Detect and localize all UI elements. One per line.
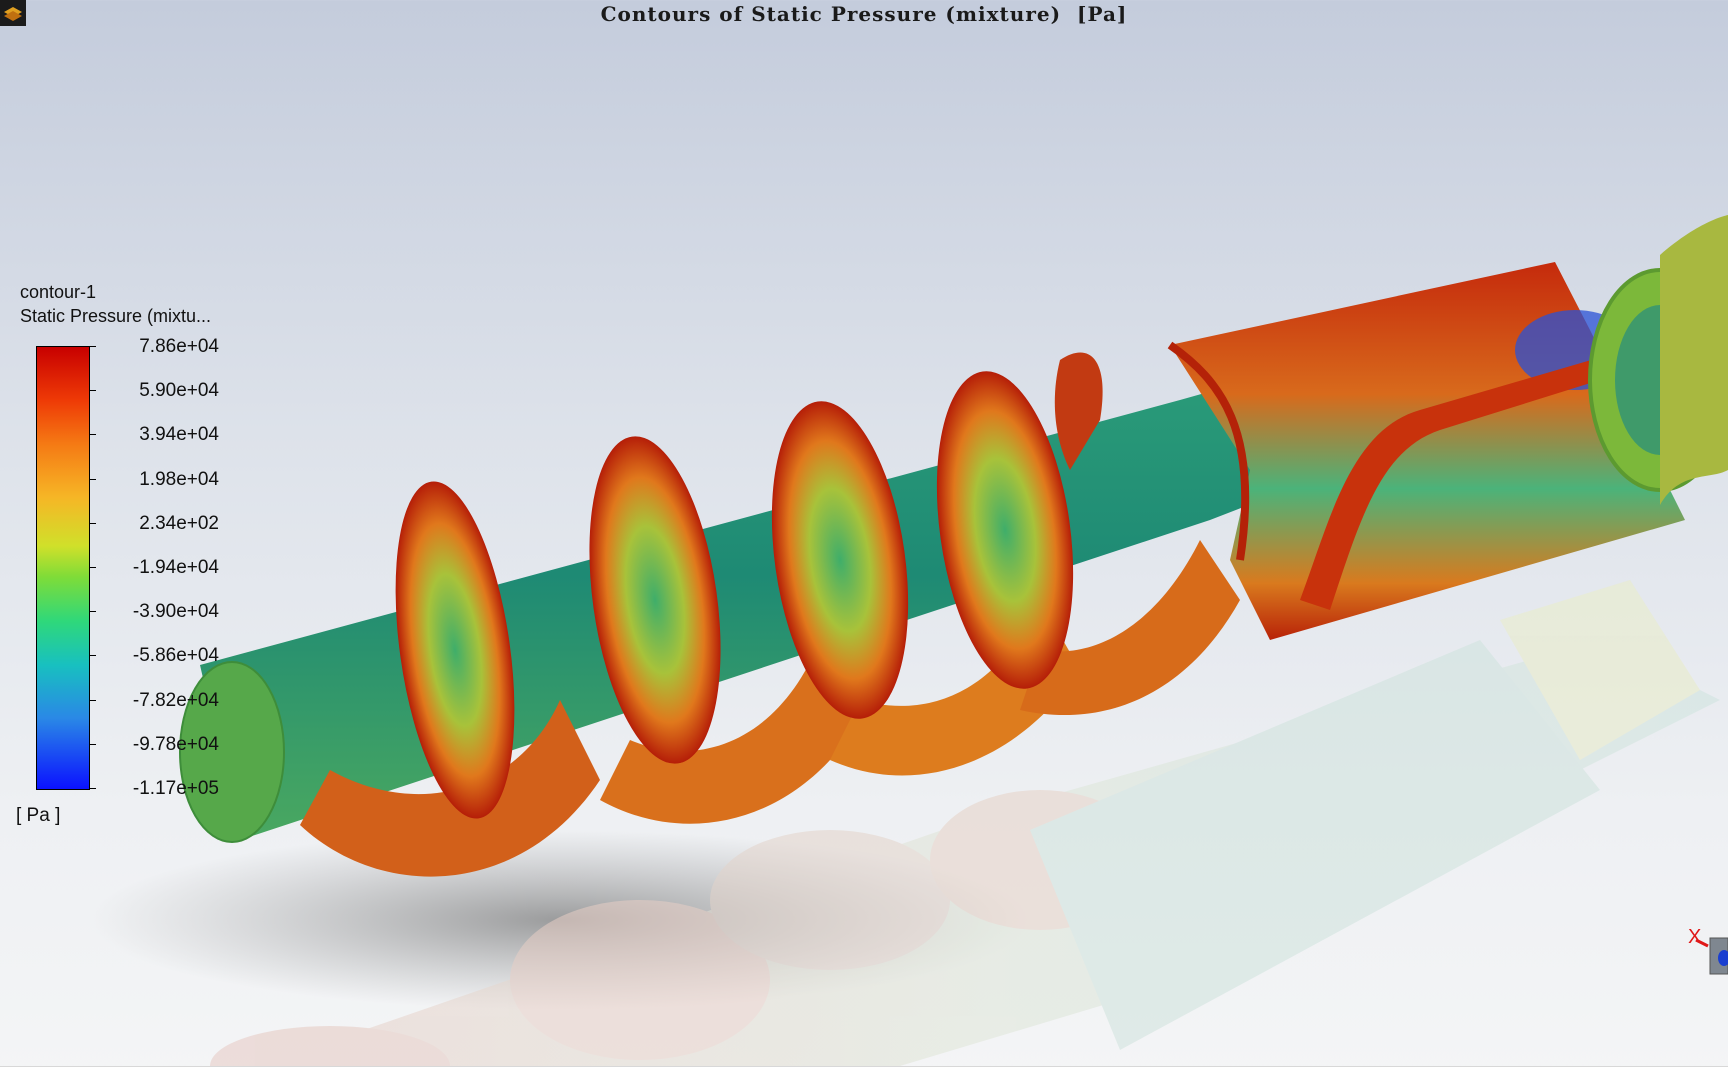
flight-blade-3 [771,401,909,719]
legend-tick-label: -1.17e+05 [132,778,219,799]
legend-tick-label: -1.94e+04 [132,557,219,578]
plot-title: Contours of Static Pressure (mixture) [P… [600,2,1128,26]
legend-field: Static Pressure (mixtu... [20,306,212,326]
contour-render [90,215,1728,1066]
legend-tick-label: -7.82e+04 [132,690,219,711]
axis-triad-x-label: X [1688,926,1702,948]
legend-tick: -1.94e+04 [89,557,239,579]
legend-tick: 2.34e+02 [89,513,239,535]
colorbar [36,346,90,790]
legend-tick-label: -3.90e+04 [132,601,219,622]
status-strip [0,1066,1728,1081]
legend-tick-label: -5.86e+04 [132,645,219,666]
legend-tick: -9.78e+04 [89,734,239,756]
legend-tick: -1.17e+05 [89,778,239,800]
legend-tick-label: 5.90e+04 [139,380,219,401]
legend-tick-label: 2.34e+02 [139,513,219,534]
graphics-viewport[interactable] [0,0,1728,1066]
legend-tick-label: -9.78e+04 [132,734,219,755]
outlet-ring [1660,215,1728,505]
legend-tick-label: 7.86e+04 [139,336,219,357]
legend-tick: 7.86e+04 [89,336,239,358]
legend-tick: -3.90e+04 [89,601,239,623]
legend-units: [ Pa ] [16,805,61,826]
legend-tick: 5.90e+04 [89,380,239,402]
legend-tick: -5.86e+04 [89,645,239,667]
legend-tick: -7.82e+04 [89,690,239,712]
legend-tick-label: 1.98e+04 [139,469,219,490]
legend-name: contour-1 [20,282,97,302]
legend-tick: 1.98e+04 [89,469,239,491]
legend-tick-label: 3.94e+04 [139,424,219,445]
legend-tick: 3.94e+04 [89,424,239,446]
